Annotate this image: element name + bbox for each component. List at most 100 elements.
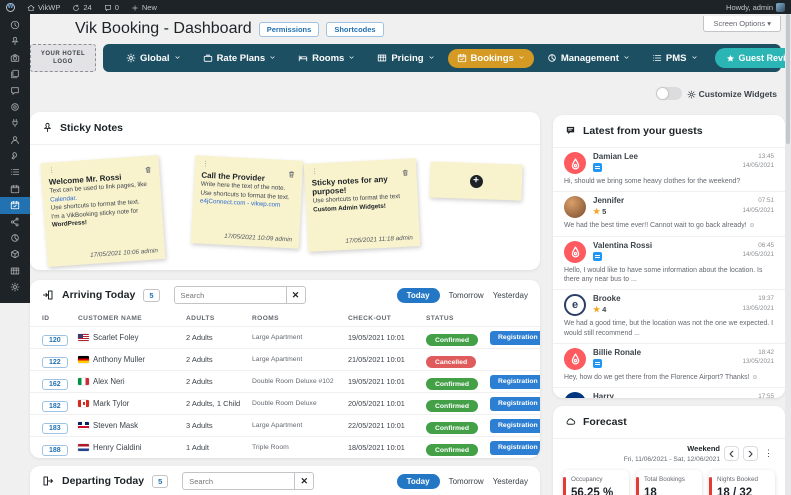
table-row[interactable]: 162 Alex Neri 2 Adults Double Room Deluxe #… (30, 370, 540, 392)
wp-logo-menu[interactable]: W (0, 0, 21, 14)
column-header: Check-out (348, 314, 392, 322)
trash-icon[interactable] (288, 165, 296, 178)
sidebar-item-pages[interactable] (0, 66, 30, 82)
table-row[interactable]: 188 Henry Cialdini 1 Adult Triple Room 18/05… (30, 436, 540, 458)
sticky-note[interactable]: ⋮ Call the Provider Write here the text of… (190, 155, 304, 249)
forecast-stat-total-bookings: Total Bookings 18 (636, 469, 702, 495)
sticky-note[interactable]: ⋮ Welcome Mr. Rossi Text can be used to li… (40, 155, 166, 267)
table-row[interactable]: 182 Mark Tylor 2 Adults, 1 Child Double Roo… (30, 392, 540, 414)
nav-pms[interactable]: PMS (643, 49, 707, 68)
arriving-tab-today[interactable]: Today (396, 287, 440, 303)
registration-button[interactable]: Registration (490, 330, 540, 345)
chat-icon (565, 122, 576, 140)
flag-de-icon (78, 356, 89, 363)
booking-id[interactable]: 183 (42, 422, 68, 434)
departing-search-clear-button[interactable]: ✕ (294, 472, 315, 490)
drag-handle-icon[interactable]: ⋮ (48, 167, 56, 175)
booking-id[interactable]: 120 (42, 334, 68, 346)
guest-item[interactable]: e Brooke ★ 4 19:37 13/05/2021 We had a good ti… (553, 290, 785, 344)
hotel-logo-placeholder[interactable]: YOUR HOTEL LOGO (30, 44, 96, 72)
scrollbar-thumb[interactable] (786, 14, 790, 144)
table-header-row: ID Customer Name Adults Rooms Check-out Statu… (30, 310, 540, 326)
drag-handle-icon[interactable]: ⋮ (202, 161, 209, 169)
sidebar-item-settings[interactable] (0, 165, 30, 181)
registration-button[interactable]: Registration (490, 418, 540, 433)
sticky-note[interactable]: ⋮ Sticky notes for any purpose! Use shortc… (303, 158, 421, 252)
nav-rooms[interactable]: Rooms (289, 49, 364, 68)
registration-button[interactable]: Registration (490, 396, 540, 411)
sidebar-item-posts[interactable] (0, 33, 30, 49)
forecast-next-button[interactable]: › (743, 445, 758, 462)
sidebar-item-plugins[interactable] (0, 115, 30, 131)
sidebar-item-media[interactable] (0, 50, 30, 66)
customize-widgets-toggle[interactable] (655, 87, 682, 100)
booking-id[interactable]: 188 (42, 444, 68, 456)
customize-widgets-row: Customize Widgets (655, 87, 777, 100)
new-content-menu[interactable]: New (125, 0, 163, 14)
forecast-menu-button[interactable]: ⋮ (762, 448, 775, 459)
sidebar-item-analytics[interactable] (0, 230, 30, 246)
arriving-search-clear-button[interactable]: ✕ (285, 286, 306, 304)
departing-tab-today[interactable]: Today (396, 473, 440, 489)
plus-icon: + (469, 174, 483, 188)
sidebar-item-comments[interactable] (0, 83, 30, 99)
guest-item[interactable]: Billie Ronale 18:42 13/05/2021 Hey, how do … (553, 344, 785, 389)
arriving-tab-yesterday[interactable]: Yesterday (493, 291, 528, 300)
adults-cell: 2 Adults (186, 355, 213, 364)
updates-menu[interactable]: 24 (66, 0, 97, 14)
column-header: Adults (186, 314, 215, 322)
settings-icon (10, 164, 20, 182)
registration-button[interactable]: Registration (490, 440, 540, 455)
sidebar-item-gallery[interactable] (0, 263, 30, 279)
shortcodes-badge[interactable]: Shortcodes (326, 21, 384, 37)
booking-id[interactable]: 182 (42, 400, 68, 412)
departing-search-input[interactable] (182, 472, 295, 490)
forecast-prev-button[interactable]: ‹ (724, 445, 739, 462)
arriving-search-input[interactable] (173, 286, 286, 304)
drag-handle-icon[interactable]: ⋮ (311, 168, 318, 176)
flag-it-icon (78, 378, 89, 385)
screen-options-button[interactable]: Screen Options ▾ (703, 16, 781, 32)
nav-pricing[interactable]: Pricing (368, 49, 443, 68)
photo-avatar (564, 196, 586, 219)
sidebar-item-users[interactable] (0, 132, 30, 148)
trash-icon[interactable] (401, 163, 409, 176)
permissions-badge[interactable]: Permissions (258, 21, 320, 37)
site-menu[interactable]: VikWP (21, 0, 66, 14)
table-row[interactable]: 122 Anthony Muller 2 Adults Large Apartment… (30, 348, 540, 370)
nav-management[interactable]: Management (538, 49, 639, 68)
sidebar-item-vikbooking[interactable] (0, 197, 30, 214)
guest-item[interactable]: Jennifer ★ 5 07:51 14/05/2021 We had the best… (553, 192, 785, 237)
comments-menu[interactable]: 0 (98, 0, 125, 14)
sidebar-item-calendar[interactable] (0, 181, 30, 197)
nav-button-guest-reviews[interactable]: Guest Reviews (714, 47, 791, 69)
sidebar-item-share[interactable] (0, 214, 30, 230)
sidebar-item-options[interactable] (0, 279, 30, 295)
departing-tab-yesterday[interactable]: Yesterday (493, 477, 528, 486)
message-icon (593, 358, 602, 368)
arriving-tab-tomorrow[interactable]: Tomorrow (449, 291, 484, 300)
page-scrollbar[interactable] (785, 14, 791, 495)
add-note-button[interactable]: + (429, 161, 523, 201)
nav-global[interactable]: Global (117, 49, 190, 68)
booking-id[interactable]: 122 (42, 356, 68, 368)
table-row[interactable]: 120 Scarlet Foley 2 Adults Large Apartment 1… (30, 326, 540, 348)
guest-item[interactable]: B.Harry★4.217:5513/05/2021We really enjo… (553, 388, 785, 398)
registration-button[interactable]: Registration (490, 374, 540, 389)
sidebar-item-extensions[interactable] (0, 246, 30, 262)
table-row[interactable]: 183 Steven Mask 3 Adults Large Apartment 22/… (30, 414, 540, 436)
nav-rate-plans[interactable]: Rate Plans (194, 49, 286, 68)
guest-item[interactable]: Damian Lee 13:45 14/05/2021 Hi, should we b… (553, 148, 785, 193)
guest-message: Hey, how do we get there from the Floren… (564, 373, 759, 381)
sidebar-item-dashboard[interactable] (0, 17, 30, 33)
account-menu[interactable]: Howdy, admin (720, 0, 791, 14)
trash-icon[interactable] (144, 160, 153, 173)
sidebar-item-appearance[interactable] (0, 99, 30, 115)
e4j-avatar: e (564, 294, 586, 317)
departing-tab-tomorrow[interactable]: Tomorrow (449, 477, 484, 486)
nav-bookings[interactable]: Bookings (447, 48, 534, 68)
guest-item[interactable]: Valentina Rossi 06:45 14/05/2021 Hello, I w… (553, 237, 785, 291)
booking-id[interactable]: 162 (42, 378, 68, 390)
sidebar-item-tools[interactable] (0, 148, 30, 164)
room-cell: Triple Room (252, 444, 289, 451)
